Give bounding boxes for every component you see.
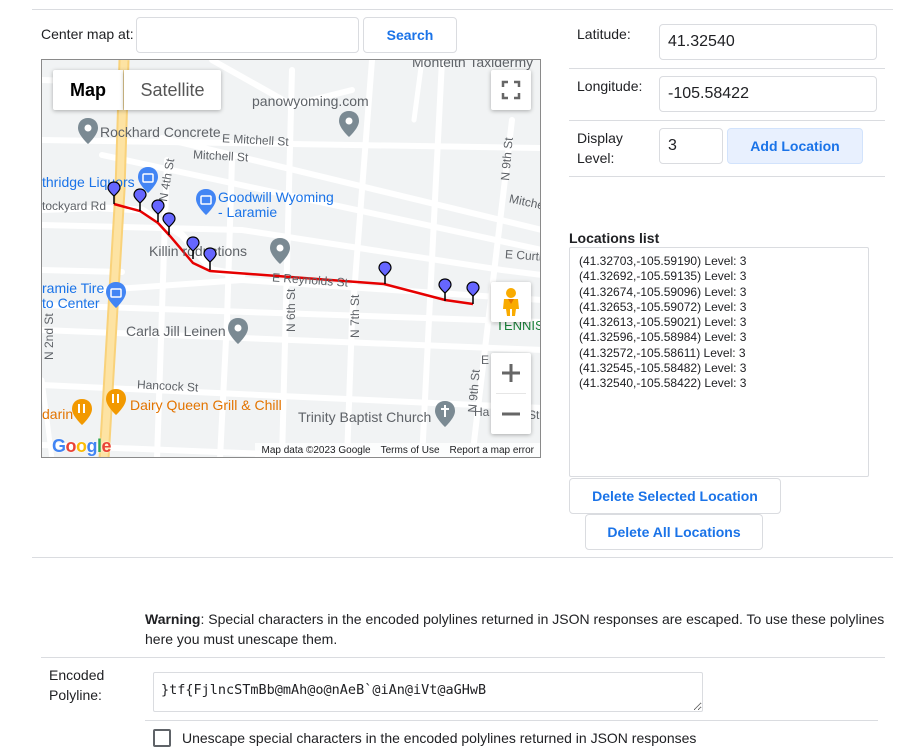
poi-pin-icon	[270, 238, 290, 264]
encoded-polyline-textarea[interactable]	[153, 672, 703, 712]
map-label-hancock-right: Ha	[474, 405, 490, 419]
display-level-label: Display Level:	[577, 128, 623, 168]
locations-listbox[interactable]: (41.32703,-105.59190) Level: 3 (41.32692,…	[569, 247, 869, 477]
map-attribution: Map data ©2023 Google Terms of Use Repor…	[255, 443, 540, 457]
map-label-carla: Carla Jill Leinen	[126, 323, 226, 339]
poi-pin-icon	[228, 318, 248, 344]
route-marker-icon[interactable]	[107, 181, 121, 205]
map-label-n6th: N 6th St	[284, 288, 298, 332]
route-marker-icon[interactable]	[186, 236, 200, 260]
plus-icon	[502, 364, 520, 382]
map-label-panowyoming: panowyoming.com	[252, 93, 369, 109]
encoded-polyline-label: Encoded Polyline:	[49, 665, 104, 705]
top-divider	[32, 9, 893, 10]
church-pin-icon	[435, 401, 455, 427]
map-label-e-small: E	[481, 353, 490, 367]
restaurant-pin-icon	[106, 389, 126, 415]
report-map-error-link[interactable]: Report a map error	[450, 445, 534, 456]
latitude-input[interactable]	[659, 24, 877, 60]
map-label-stockyard: tockyard Rd	[42, 199, 107, 213]
latitude-divider	[569, 68, 885, 69]
location-list-item[interactable]: (41.32674,-105.59096) Level: 3	[579, 285, 859, 300]
map-data-attribution: Map data ©2023 Google	[261, 444, 371, 456]
locations-list-title: Locations list	[569, 230, 660, 246]
location-list-item[interactable]: (41.32692,-105.59135) Level: 3	[579, 269, 859, 284]
latitude-label: Latitude:	[577, 26, 631, 42]
display-level-input[interactable]	[659, 128, 723, 164]
map-label-hancock: Hancock St	[136, 377, 199, 395]
warning-divider	[41, 657, 885, 658]
shopping-pin-icon	[196, 189, 216, 215]
map-label-dairy-queen: Dairy Queen Grill & Chill	[130, 397, 282, 413]
map-label-goodwill-line1: Goodwill Wyoming	[218, 189, 334, 205]
map-label-n7th: N 7th St	[348, 294, 362, 338]
location-list-item[interactable]: (41.32545,-105.58482) Level: 3	[579, 361, 859, 376]
delete-all-locations-button[interactable]: Delete All Locations	[585, 514, 763, 550]
map-label-goodwill: Goodwill Wyoming - Laramie	[218, 190, 334, 220]
terms-of-use-link[interactable]: Terms of Use	[381, 445, 440, 456]
poi-pin-icon	[339, 111, 359, 137]
map-type-map-button[interactable]: Map	[53, 70, 123, 110]
display-level-label-line2: Level:	[577, 150, 615, 166]
route-marker-icon[interactable]	[378, 261, 392, 285]
section-divider	[32, 557, 893, 558]
poi-pin-icon	[78, 118, 98, 144]
map-type-satellite-label: Satellite	[140, 79, 205, 100]
zoom-out-button[interactable]	[491, 394, 531, 434]
map-label-trinity: Trinity Baptist Church	[298, 409, 432, 425]
display-level-divider	[569, 176, 885, 177]
location-list-item[interactable]: (41.32703,-105.59190) Level: 3	[579, 254, 859, 269]
encoded-polyline-label-line1: Encoded	[49, 667, 105, 683]
restaurant-pin-icon	[72, 399, 92, 425]
minus-icon	[502, 412, 520, 416]
map-canvas[interactable]: Monteith Taxidermy panowyoming.com Rockh…	[41, 59, 541, 458]
warning-label: Warning	[145, 611, 201, 627]
map-label-laramie-tire-line1: ramie Tire	[42, 280, 105, 296]
delete-selected-location-button[interactable]: Delete Selected Location	[569, 478, 781, 514]
warning-text: Warning: Special characters in the encod…	[145, 609, 885, 649]
search-button[interactable]: Search	[363, 17, 457, 53]
longitude-input[interactable]	[659, 76, 877, 112]
map-type-map-label: Map	[70, 79, 106, 100]
google-logo: Google	[52, 436, 112, 456]
zoom-control	[491, 353, 531, 434]
map-label-monteith: Monteith Taxidermy	[412, 59, 534, 70]
location-list-item[interactable]: (41.32613,-105.59021) Level: 3	[579, 315, 859, 330]
route-marker-icon[interactable]	[203, 247, 217, 271]
shopping-pin-icon	[106, 282, 126, 308]
map-label-e-mitchell: E Mitchell St	[221, 131, 290, 149]
longitude-divider	[569, 120, 885, 121]
warning-message: : Special characters in the encoded poly…	[145, 611, 885, 647]
unescape-label[interactable]: Unescape special characters in the encod…	[182, 728, 696, 748]
center-map-label: Center map at:	[41, 26, 134, 42]
map-label-laramie-tire: ramie Tire to Center	[42, 281, 104, 311]
add-location-button[interactable]: Add Location	[727, 128, 863, 164]
zoom-in-button[interactable]	[491, 353, 531, 393]
street-view-pegman-button[interactable]	[491, 282, 531, 322]
map-label-rockhard: Rockhard Concrete	[100, 124, 221, 140]
location-list-item[interactable]: (41.32596,-105.58984) Level: 3	[579, 330, 859, 345]
map-label-laramie-tire-line2: to Center	[42, 295, 100, 311]
polyline-divider	[145, 720, 878, 721]
map-label-mandarin: darin	[42, 406, 74, 422]
map-type-satellite-button[interactable]: Satellite	[124, 70, 221, 110]
location-list-item[interactable]: (41.32572,-105.58611) Level: 3	[579, 346, 859, 361]
route-marker-icon[interactable]	[466, 281, 480, 305]
longitude-label: Longitude:	[577, 78, 643, 94]
fullscreen-icon	[501, 80, 521, 100]
map-label-n2nd: N 2nd St	[42, 313, 56, 360]
center-map-input[interactable]	[136, 17, 359, 53]
location-list-item[interactable]: (41.32653,-105.59072) Level: 3	[579, 300, 859, 315]
location-list-item[interactable]: (41.32540,-105.58422) Level: 3	[579, 376, 859, 391]
unescape-checkbox[interactable]	[153, 729, 171, 747]
route-marker-icon[interactable]	[438, 278, 452, 302]
route-marker-icon[interactable]	[133, 188, 147, 212]
pegman-icon	[503, 288, 519, 316]
encoded-polyline-label-line2: Polyline:	[49, 687, 102, 703]
route-marker-icon[interactable]	[162, 212, 176, 236]
fullscreen-button[interactable]	[491, 70, 531, 110]
map-label-goodwill-line2: - Laramie	[218, 204, 278, 220]
map-label-mitchell: Mitchell St	[192, 147, 249, 165]
display-level-label-line1: Display	[577, 130, 623, 146]
